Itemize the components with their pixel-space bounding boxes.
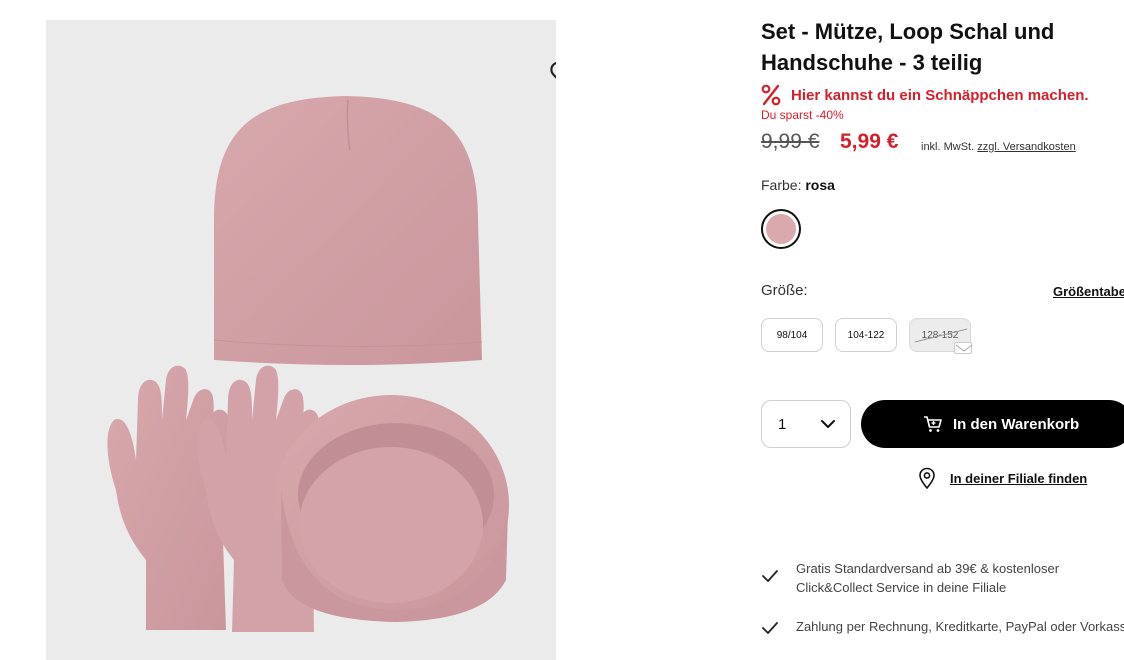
size-label: Größe: <box>761 282 808 299</box>
mail-icon[interactable] <box>954 342 973 354</box>
color-label: Farbe: rosa <box>761 177 835 193</box>
benefit-line: Gratis Standardversand ab 39€ & kostenlo… <box>796 561 1060 576</box>
color-value: rosa <box>805 177 835 193</box>
cart-icon <box>924 416 942 432</box>
size-option-98-104[interactable]: 98/104 <box>761 318 823 352</box>
savings-text: Du sparst -40% <box>761 108 844 122</box>
size-option-104-122[interactable]: 104-122 <box>835 318 897 352</box>
sale-price: 5,99 € <box>840 130 899 153</box>
product-title: Set - Mütze, Loop Schal und Handschuhe -… <box>761 16 1091 78</box>
benefit-shipping: Gratis Standardversand ab 39€ & kostenlo… <box>761 559 1059 597</box>
benefit-text: Gratis Standardversand ab 39€ & kostenlo… <box>796 559 1059 597</box>
product-image <box>107 96 509 632</box>
color-swatch-fill <box>766 214 796 244</box>
product-image-gallery[interactable] <box>46 20 556 660</box>
checkmark-icon <box>762 622 778 634</box>
shipping-costs-link[interactable]: zzgl. Versandkosten <box>977 141 1075 153</box>
deal-notice: Hier kannst du ein Schnäppchen machen. <box>761 84 1089 106</box>
add-to-cart-label: In den Warenkorb <box>953 415 1080 433</box>
tax-prefix: inkl. MwSt. <box>921 141 975 153</box>
quantity-value: 1 <box>778 415 787 433</box>
deal-text: Hier kannst du ein Schnäppchen machen. <box>791 86 1089 104</box>
checkmark-icon <box>762 570 778 582</box>
heart-icon[interactable] <box>548 58 556 90</box>
original-price: 9,99 € <box>761 130 820 153</box>
store-finder-link[interactable]: In deiner Filiale finden <box>918 467 1087 489</box>
tax-info: inkl. MwSt. zzgl. Versandkosten <box>921 141 1076 153</box>
percent-icon <box>761 84 781 106</box>
quantity-select[interactable]: 1 <box>761 400 851 448</box>
color-label-prefix: Farbe: <box>761 177 802 193</box>
add-to-cart-button[interactable]: In den Warenkorb <box>861 400 1124 448</box>
store-finder-label: In deiner Filiale finden <box>950 470 1088 486</box>
benefit-payment: Zahlung per Rechnung, Kreditkarte, PayPa… <box>761 617 1124 637</box>
color-swatch-rosa[interactable] <box>761 209 801 249</box>
product-title-line1: Set - Mütze, Loop Schal und <box>761 19 1055 44</box>
size-table-link[interactable]: Größentabe <box>1053 284 1124 299</box>
benefit-line: Zahlung per Rechnung, Kreditkarte, PayPa… <box>796 619 1124 634</box>
product-title-line2: Handschuhe - 3 teilig <box>761 50 983 75</box>
benefit-text: Zahlung per Rechnung, Kreditkarte, PayPa… <box>796 617 1124 636</box>
chevron-down-icon <box>821 420 835 428</box>
benefit-line: Click&Collect Service in deine Filiale <box>796 580 1007 595</box>
location-pin-icon <box>919 467 935 489</box>
